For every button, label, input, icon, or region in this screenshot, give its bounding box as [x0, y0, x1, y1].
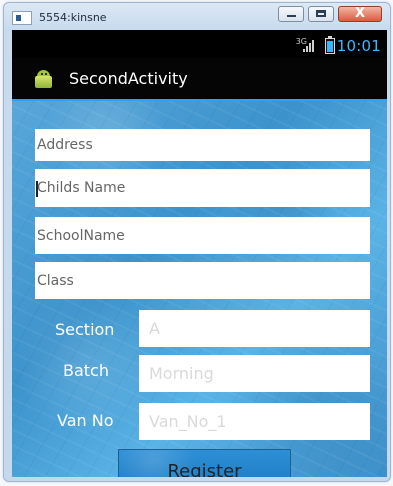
close-button[interactable]: X [338, 6, 382, 22]
maximize-button[interactable] [308, 6, 334, 22]
batch-label: Batch [63, 361, 109, 380]
section-label: Section [55, 320, 115, 339]
window-title: 5554:kinsne [39, 11, 107, 24]
close-icon: X [354, 6, 366, 21]
signal-bar [303, 49, 305, 52]
emulator-window: 5554:kinsne X 3G 10:01 SecondActivity Ad… [3, 2, 391, 482]
activity-title: SecondActivity [69, 69, 188, 88]
android-eye [41, 73, 43, 75]
section-input[interactable] [139, 310, 370, 347]
class-input[interactable] [35, 262, 370, 299]
android-body [35, 76, 52, 88]
signal-bar [309, 43, 311, 52]
van-no-label: Van No [57, 411, 114, 430]
register-button[interactable]: Register [118, 449, 291, 477]
status-time: 10:01 [336, 37, 381, 55]
action-bar: SecondActivity [12, 58, 387, 101]
childs-name-input[interactable] [35, 169, 370, 207]
status-bar: 3G 10:01 [12, 30, 387, 58]
android-screen: 3G 10:01 SecondActivity Address Childs N… [12, 30, 387, 477]
battery-icon [325, 36, 335, 54]
signal-bar [306, 46, 308, 52]
signal-icon [303, 40, 315, 52]
text-caret [36, 181, 38, 197]
emulator-app-icon [12, 11, 32, 25]
school-name-input[interactable] [35, 217, 370, 254]
address-input[interactable] [35, 129, 370, 161]
android-eye [45, 73, 47, 75]
window-titlebar: 5554:kinsne X [4, 3, 390, 31]
window-controls: X [278, 6, 382, 22]
batch-input[interactable] [139, 355, 370, 392]
registration-form: Section Batch Van No Register [12, 101, 387, 477]
minimize-button[interactable] [278, 6, 304, 22]
van-no-input[interactable] [139, 403, 370, 440]
signal-bar [312, 40, 314, 52]
android-icon [33, 70, 54, 89]
